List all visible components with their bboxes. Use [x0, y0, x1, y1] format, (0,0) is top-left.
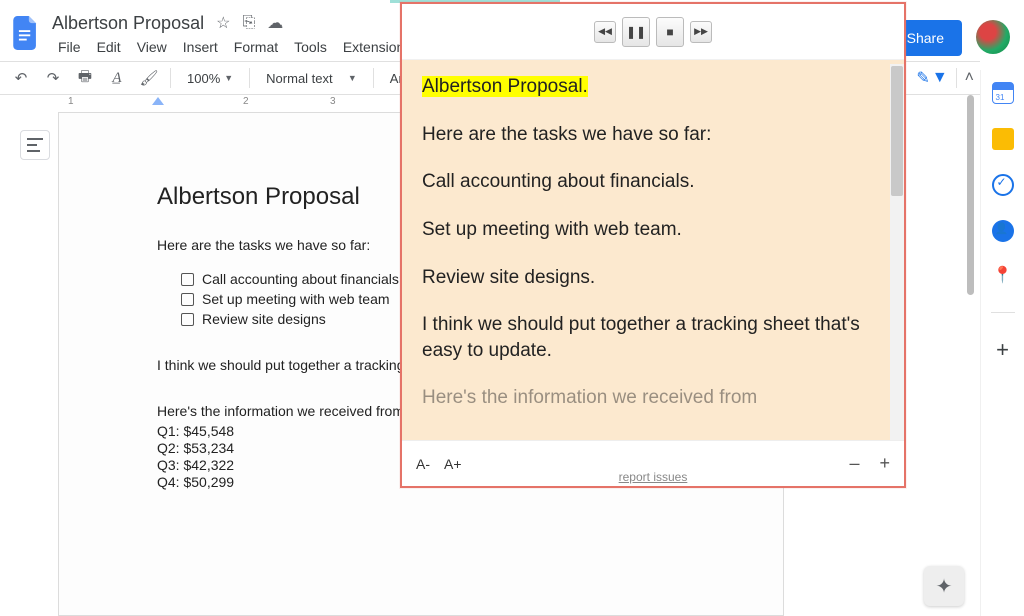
reader-line: Review site designs.	[422, 265, 884, 291]
divider	[991, 312, 1015, 313]
checkbox-icon[interactable]	[181, 273, 194, 286]
menu-tools[interactable]: Tools	[288, 37, 333, 59]
move-icon[interactable]: ⎘	[242, 14, 255, 32]
style-value: Normal text	[266, 71, 332, 86]
calendar-icon[interactable]	[992, 82, 1014, 104]
tasks-icon[interactable]	[992, 174, 1014, 196]
task-label: Call accounting about financials	[202, 271, 399, 287]
task-label: Review site designs	[202, 311, 326, 327]
document-scrollbar-thumb[interactable]	[967, 95, 974, 295]
star-icon[interactable]: ☆	[216, 13, 230, 33]
account-avatar[interactable]	[976, 20, 1010, 54]
divider	[170, 68, 171, 88]
redo-icon[interactable]: ↷	[40, 65, 66, 91]
undo-icon[interactable]: ↶	[8, 65, 34, 91]
task-label: Set up meeting with web team	[202, 291, 390, 307]
editing-mode-button[interactable]: ✎ ▼	[916, 68, 947, 88]
maps-icon[interactable]	[992, 266, 1014, 288]
zoom-select[interactable]: 100% ▼	[179, 71, 241, 86]
stop-button[interactable]: ■	[656, 17, 684, 47]
zoom-value: 100%	[187, 71, 220, 86]
ruler-mark: 2	[243, 96, 249, 107]
share-label: Share	[907, 30, 944, 46]
menu-edit[interactable]: Edit	[91, 37, 127, 59]
checkbox-icon[interactable]	[181, 293, 194, 306]
forward-button[interactable]: ▶▶	[690, 21, 712, 43]
outline-toggle-button[interactable]	[20, 130, 50, 160]
rewind-button[interactable]: ◀◀	[594, 21, 616, 43]
reader-line: Call accounting about financials.	[422, 169, 884, 195]
side-panel: +	[980, 70, 1024, 616]
reader-line: Here's the information we received from	[422, 385, 884, 411]
reader-current-line: Albertson Proposal.	[422, 76, 588, 97]
chevron-down-icon: ▼	[224, 73, 233, 83]
collapse-toolbar-icon[interactable]: ˄	[965, 69, 974, 87]
spellcheck-icon[interactable]: A̲	[104, 65, 130, 91]
reader-line: I think we should put together a trackin…	[422, 312, 884, 363]
print-icon[interactable]: 🖶	[72, 65, 98, 91]
add-addon-icon[interactable]: +	[996, 337, 1009, 363]
menu-format[interactable]: Format	[228, 37, 284, 59]
chevron-down-icon: ▼	[348, 73, 357, 83]
indent-marker-icon[interactable]	[152, 95, 164, 107]
report-issues-link[interactable]: report issues	[402, 470, 904, 484]
reader-line: Here are the tasks we have so far:	[422, 122, 884, 148]
reader-scrollbar[interactable]	[890, 64, 904, 440]
keep-icon[interactable]	[992, 128, 1014, 150]
divider	[249, 68, 250, 88]
ruler-mark: 3	[330, 96, 336, 107]
divider	[956, 68, 957, 88]
pause-button[interactable]: ❚❚	[622, 17, 650, 47]
menu-view[interactable]: View	[131, 37, 173, 59]
checkbox-icon[interactable]	[181, 313, 194, 326]
cloud-status-icon[interactable]: ☁	[267, 13, 283, 33]
contacts-icon[interactable]	[992, 220, 1014, 242]
paint-format-icon[interactable]: 🖌	[136, 65, 162, 91]
paragraph-style-select[interactable]: Normal text ▼	[258, 71, 365, 86]
screen-reader-panel: ◀◀ ❚❚ ■ ▶▶ Albertson Proposal. Here are …	[400, 2, 906, 488]
docs-logo-icon[interactable]	[8, 11, 44, 55]
pencil-icon: ✎	[916, 68, 929, 88]
reader-footer: A- A+ – + report issues	[402, 440, 904, 486]
reader-controls: ◀◀ ❚❚ ■ ▶▶	[402, 4, 904, 60]
document-title[interactable]: Albertson Proposal	[52, 13, 204, 34]
explore-button[interactable]: ✦	[924, 566, 964, 606]
menu-file[interactable]: File	[52, 37, 87, 59]
menu-insert[interactable]: Insert	[177, 37, 224, 59]
reader-line: Set up meeting with web team.	[422, 217, 884, 243]
reader-scrollbar-thumb[interactable]	[891, 66, 903, 196]
ruler-mark: 1	[68, 96, 74, 107]
reader-text-area[interactable]: Albertson Proposal. Here are the tasks w…	[402, 60, 904, 440]
divider	[373, 68, 374, 88]
menu-bar: File Edit View Insert Format Tools Exten…	[52, 37, 451, 59]
chevron-down-icon: ▼	[932, 69, 948, 87]
